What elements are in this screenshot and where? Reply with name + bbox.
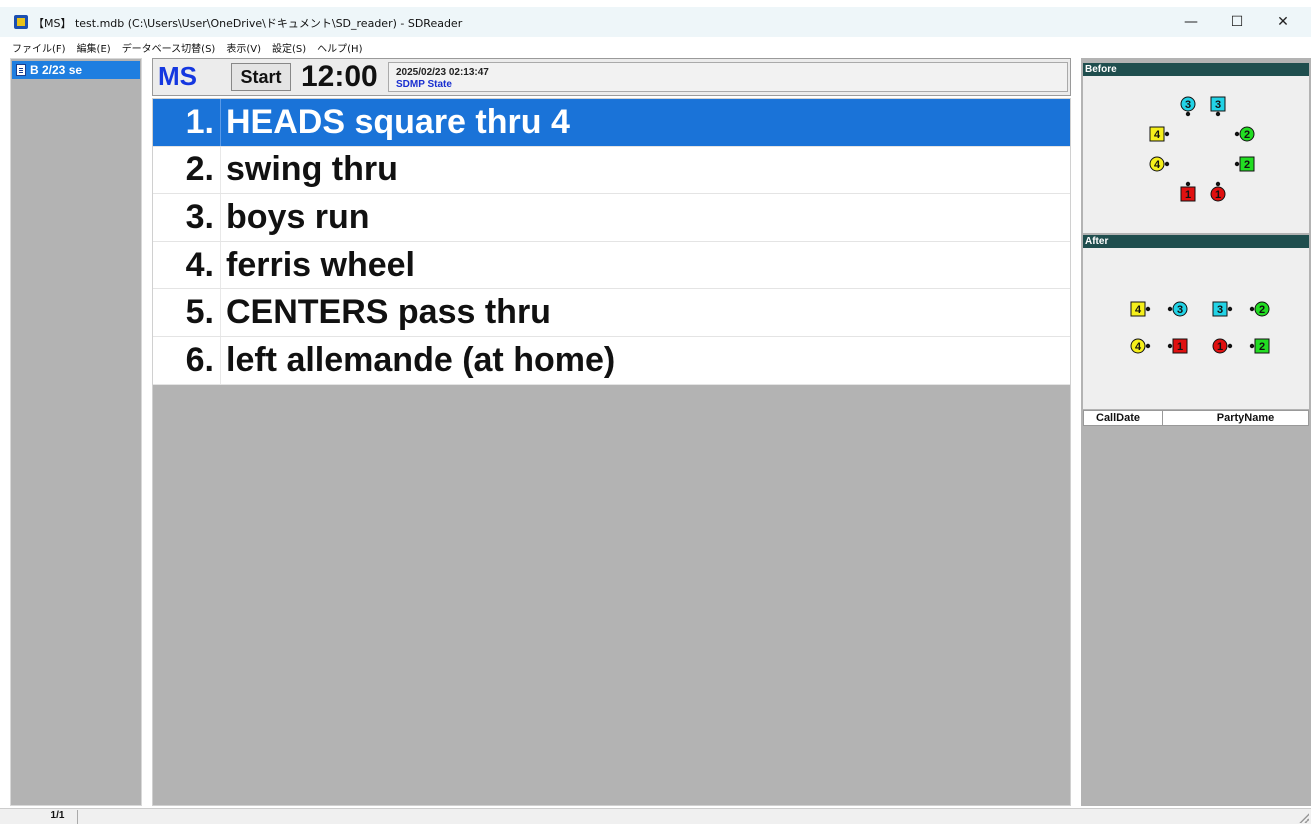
call-number: 4. bbox=[153, 241, 221, 289]
call-number: 6. bbox=[153, 336, 221, 384]
svg-text:4: 4 bbox=[1154, 159, 1161, 171]
call-list-area: 1. HEADS square thru 4 2. swing thru 3. … bbox=[152, 98, 1071, 806]
call-row[interactable]: 1. HEADS square thru 4 bbox=[153, 99, 1070, 147]
call-row[interactable]: 4. ferris wheel bbox=[153, 241, 1070, 290]
before-formation: 3 3 4 2 4 2 1 1 bbox=[1149, 96, 1255, 202]
call-number: 3. bbox=[153, 194, 221, 241]
document-icon bbox=[16, 64, 26, 76]
col-call-date[interactable]: CallDate bbox=[1084, 411, 1163, 425]
app-icon[interactable] bbox=[14, 15, 28, 29]
dancer-before-2: 4 bbox=[1149, 126, 1170, 142]
call-number: 5. bbox=[153, 289, 221, 336]
svg-text:2: 2 bbox=[1259, 304, 1265, 316]
col-party-name[interactable]: PartyName bbox=[1163, 411, 1308, 425]
call-text: swing thru bbox=[226, 150, 398, 189]
svg-text:4: 4 bbox=[1135, 304, 1142, 316]
timer-display: 12:00 bbox=[301, 60, 378, 93]
svg-text:2: 2 bbox=[1259, 341, 1265, 353]
dancer-after-7: 2 bbox=[1249, 338, 1270, 354]
mode-label: MS bbox=[158, 61, 197, 91]
menu-file[interactable]: ファイル(F) bbox=[12, 40, 66, 55]
call-text: left allemande (at home) bbox=[226, 340, 616, 379]
dancer-before-7: 1 bbox=[1210, 181, 1226, 202]
dancer-after-4: 4 bbox=[1130, 338, 1151, 354]
session-item[interactable]: B 2/23 se bbox=[12, 61, 140, 79]
dancer-after-5: 1 bbox=[1167, 338, 1188, 354]
menu-view[interactable]: 表示(V) bbox=[226, 40, 261, 55]
svg-text:3: 3 bbox=[1217, 304, 1223, 316]
call-row[interactable]: 5. CENTERS pass thru bbox=[153, 289, 1070, 337]
svg-text:1: 1 bbox=[1177, 341, 1183, 353]
start-button[interactable]: Start bbox=[231, 63, 291, 91]
dancer-before-3: 2 bbox=[1234, 126, 1255, 142]
before-label: Before bbox=[1083, 63, 1309, 76]
dancer-after-2: 3 bbox=[1212, 301, 1233, 317]
after-label: After bbox=[1083, 235, 1309, 248]
call-header: MS Start 12:00 2025/02/23 02:13:47 SDMP … bbox=[152, 58, 1071, 96]
formation-pane: Before 3 3 4 2 4 2 1 1 After 4 3 3 2 4 1 1 2 CallDate … bbox=[1081, 58, 1311, 806]
call-list: 1. HEADS square thru 4 2. swing thru 3. … bbox=[153, 99, 1070, 385]
call-row[interactable]: 3. boys run bbox=[153, 194, 1070, 242]
svg-text:1: 1 bbox=[1215, 189, 1221, 201]
info-box: 2025/02/23 02:13:47 SDMP State bbox=[388, 62, 1068, 92]
before-panel: Before 3 3 4 2 4 2 1 1 bbox=[1083, 63, 1309, 233]
dancer-after-0: 4 bbox=[1130, 301, 1151, 317]
close-button[interactable]: ✕ bbox=[1261, 11, 1305, 33]
title-bar: 【MS】 test.mdb (C:\Users\User\OneDrive\ドキ… bbox=[0, 7, 1311, 37]
svg-text:3: 3 bbox=[1215, 99, 1221, 111]
call-row[interactable]: 2. swing thru bbox=[153, 146, 1070, 195]
datetime-label: 2025/02/23 02:13:47 bbox=[396, 67, 489, 78]
page-indicator: 1/1 bbox=[10, 810, 78, 824]
menu-database-switch[interactable]: データベース切替(S) bbox=[122, 40, 216, 55]
call-number: 1. bbox=[153, 99, 221, 146]
after-panel: After 4 3 3 2 4 1 1 2 bbox=[1083, 235, 1309, 409]
resize-grip-icon[interactable] bbox=[1299, 813, 1309, 823]
maximize-button[interactable]: ☐ bbox=[1215, 11, 1259, 33]
menu-edit[interactable]: 編集(E) bbox=[77, 40, 111, 55]
call-text: HEADS square thru 4 bbox=[226, 102, 570, 141]
svg-text:3: 3 bbox=[1185, 99, 1191, 111]
menu-bar: ファイル(F) 編集(E) データベース切替(S) 表示(V) 設定(S) ヘル… bbox=[0, 37, 1311, 58]
dancer-before-6: 1 bbox=[1180, 181, 1196, 202]
dancer-after-1: 3 bbox=[1167, 301, 1188, 317]
menu-settings[interactable]: 設定(S) bbox=[272, 40, 306, 55]
session-item-label: B 2/23 se bbox=[30, 63, 83, 77]
status-bar: 1/1 bbox=[0, 808, 1311, 824]
dancer-before-4: 4 bbox=[1149, 156, 1170, 172]
svg-text:4: 4 bbox=[1135, 341, 1142, 353]
after-formation: 4 3 3 2 4 1 1 2 bbox=[1130, 301, 1270, 354]
menu-help[interactable]: ヘルプ(H) bbox=[317, 40, 362, 55]
dancer-after-3: 2 bbox=[1249, 301, 1270, 317]
svg-text:1: 1 bbox=[1217, 341, 1223, 353]
dancer-before-1: 3 bbox=[1210, 96, 1226, 117]
dancer-before-0: 3 bbox=[1180, 96, 1196, 117]
minimize-button[interactable]: — bbox=[1169, 11, 1213, 33]
svg-text:3: 3 bbox=[1177, 304, 1183, 316]
svg-text:2: 2 bbox=[1244, 159, 1250, 171]
call-text: CENTERS pass thru bbox=[226, 293, 551, 332]
window-title: 【MS】 test.mdb (C:\Users\User\OneDrive\ドキ… bbox=[33, 17, 463, 30]
svg-text:1: 1 bbox=[1185, 189, 1191, 201]
call-text: ferris wheel bbox=[226, 245, 415, 284]
svg-text:4: 4 bbox=[1154, 129, 1161, 141]
call-row[interactable]: 6. left allemande (at home) bbox=[153, 336, 1070, 385]
svg-text:2: 2 bbox=[1244, 129, 1250, 141]
dancer-after-6: 1 bbox=[1212, 338, 1233, 354]
dancer-before-5: 2 bbox=[1234, 156, 1255, 172]
party-table-header: CallDate PartyName bbox=[1083, 410, 1309, 426]
session-list[interactable]: B 2/23 se bbox=[10, 58, 142, 806]
call-text: boys run bbox=[226, 197, 370, 236]
call-number: 2. bbox=[153, 146, 221, 194]
state-label: SDMP State bbox=[396, 79, 452, 90]
